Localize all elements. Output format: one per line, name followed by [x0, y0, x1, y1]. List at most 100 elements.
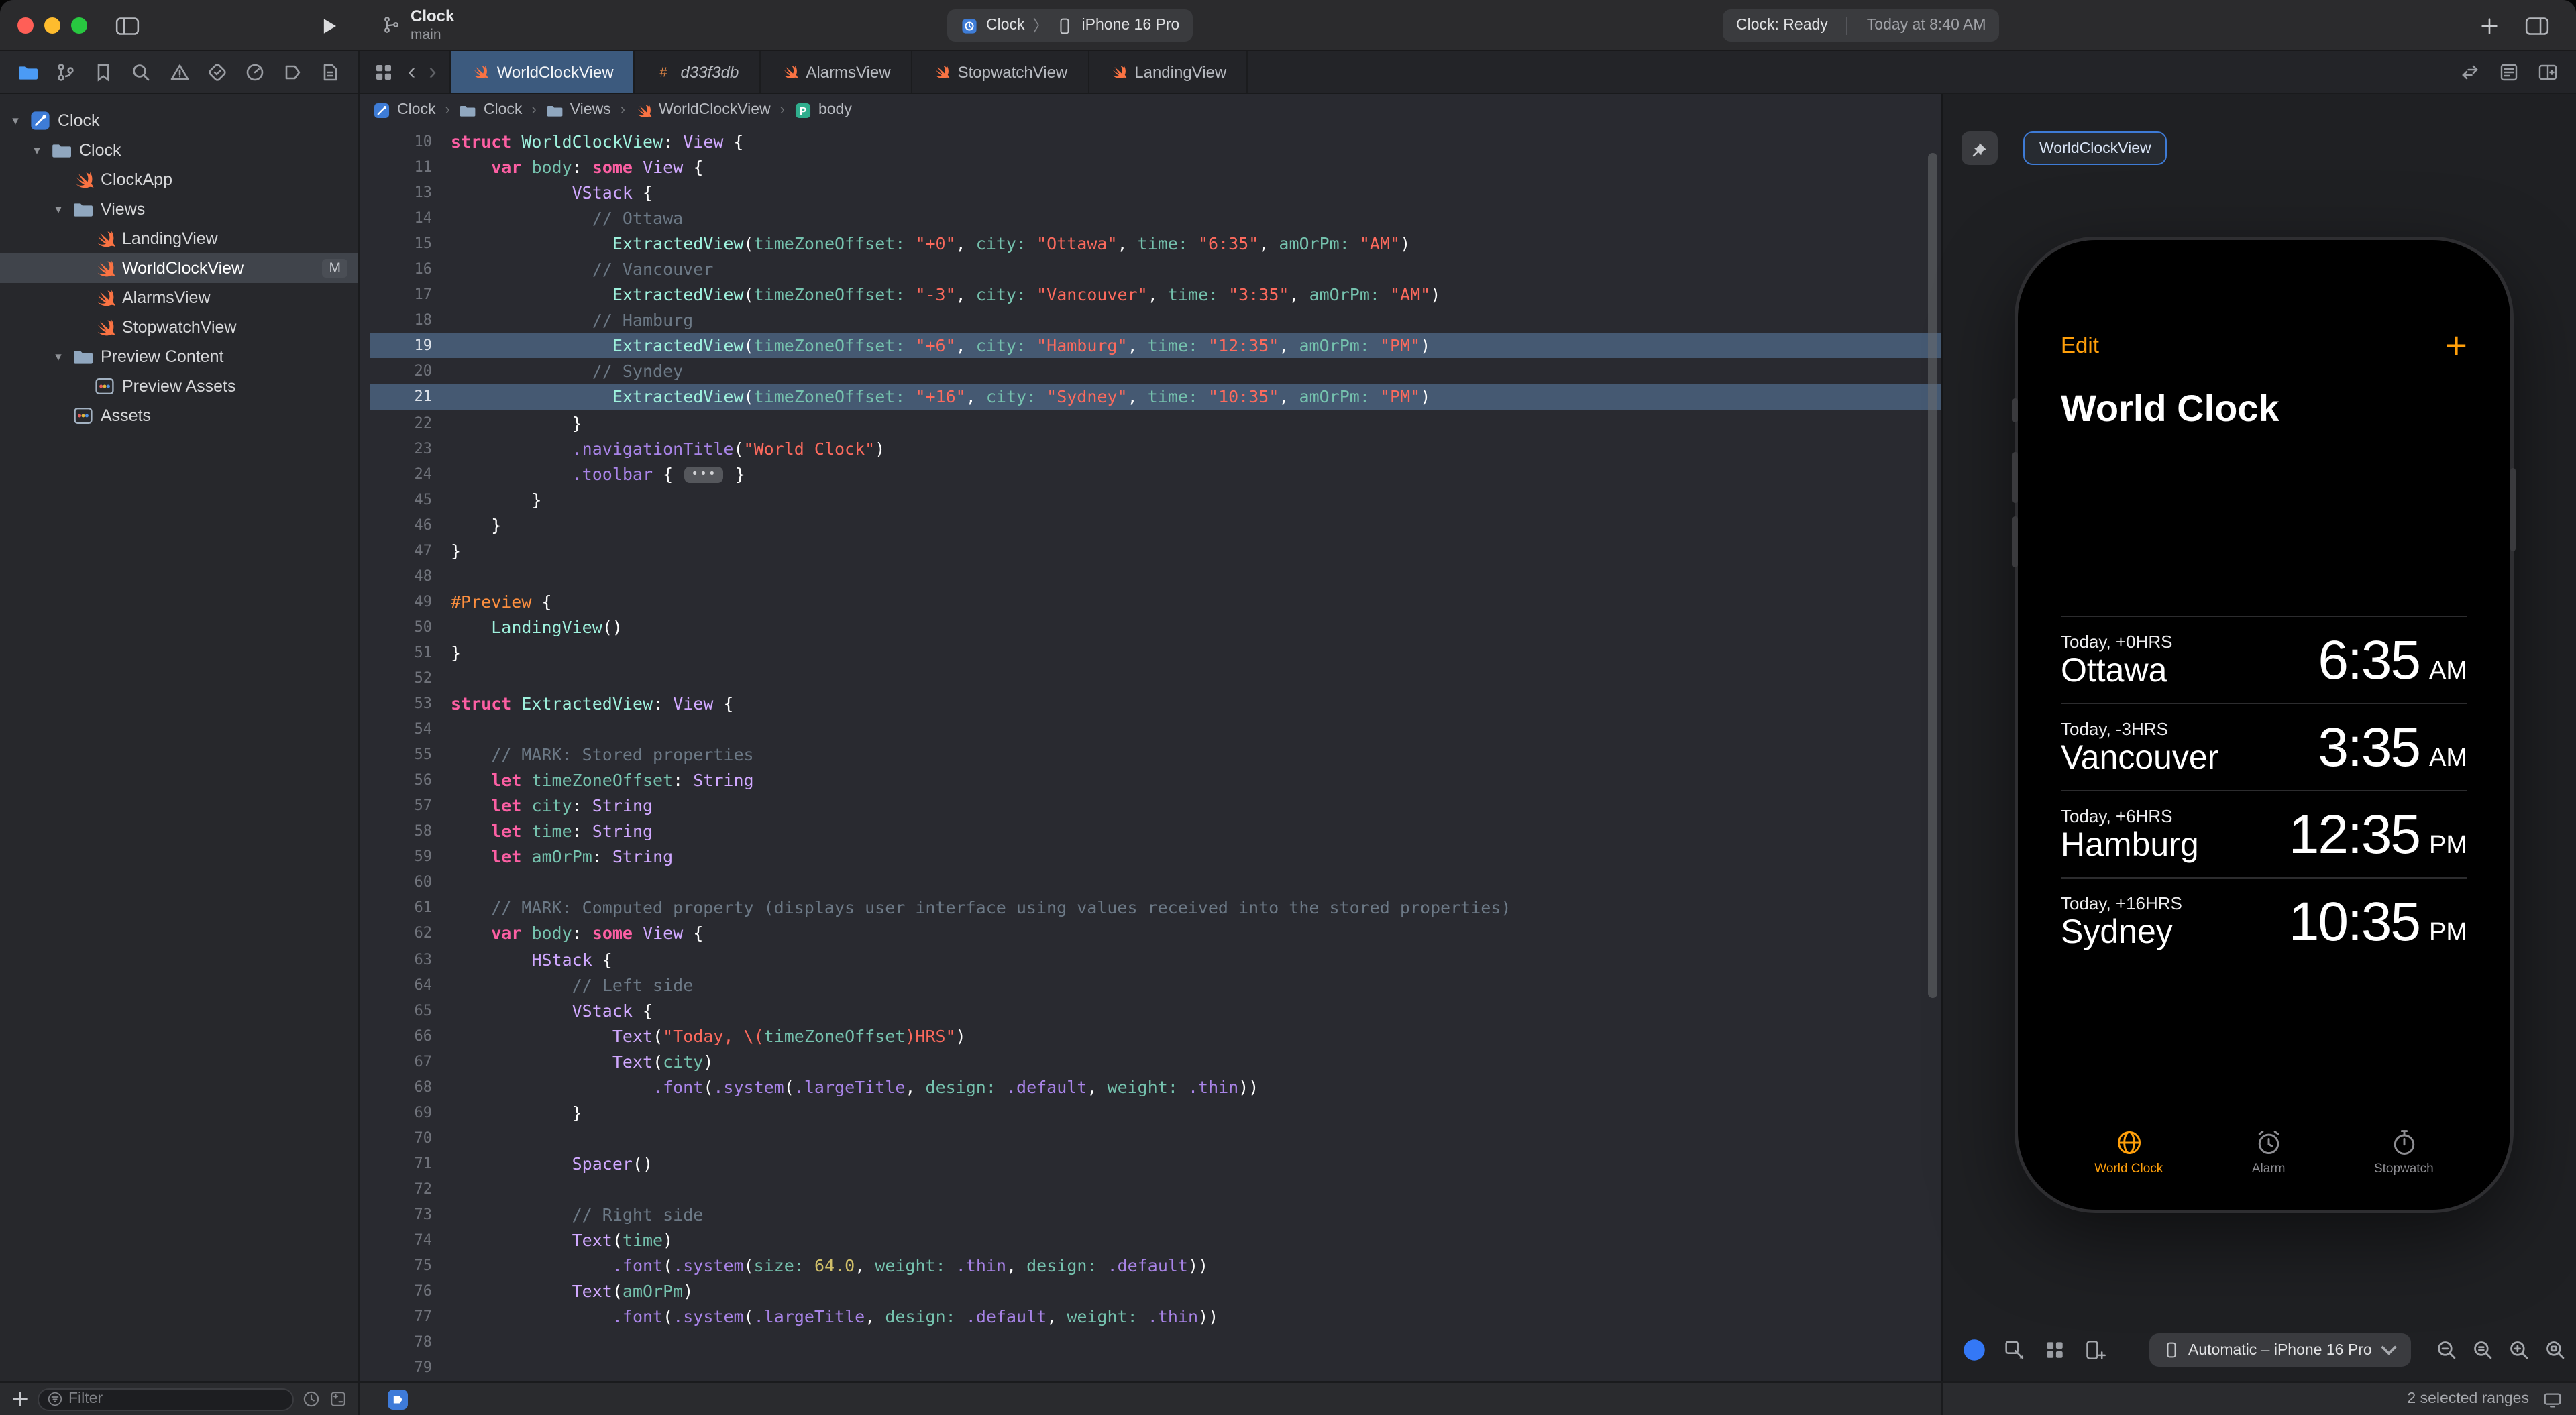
code-line-70[interactable]: 70	[370, 1125, 1941, 1151]
code-line-48[interactable]: 48	[370, 563, 1941, 589]
sidebar-item-clockapp[interactable]: ClockApp	[0, 165, 358, 194]
phone-add-button[interactable]: +	[2445, 331, 2467, 361]
code-line-71[interactable]: 71 Spacer()	[370, 1151, 1941, 1176]
sidebar-item-assets[interactable]: Assets	[0, 401, 358, 431]
code-line-22[interactable]: 22 }	[370, 410, 1941, 435]
breakpoints-toggle[interactable]	[388, 1389, 408, 1409]
phone-tab-stopwatch[interactable]: Stopwatch	[2374, 1128, 2434, 1176]
navigator-find-button[interactable]	[128, 57, 155, 87]
world-clock-row-ottawa[interactable]: Today, +0HRSOttawa6:35AM	[2061, 616, 2467, 703]
sidebar-item-preview-assets[interactable]: Preview Assets	[0, 372, 358, 401]
code-line-62[interactable]: 62 var body: some View {	[370, 921, 1941, 946]
code-line-69[interactable]: 69 }	[370, 1100, 1941, 1125]
filter-input[interactable]	[68, 1391, 284, 1407]
add-file-icon[interactable]	[11, 1390, 30, 1408]
world-clock-row-vancouver[interactable]: Today, -3HRSVancouver3:35AM	[2061, 703, 2467, 790]
navigator-debug-button[interactable]	[241, 57, 268, 87]
variants-mode-button[interactable]	[2039, 1335, 2069, 1365]
code-line-51[interactable]: 51}	[370, 640, 1941, 665]
live-preview-button[interactable]	[1959, 1335, 1988, 1365]
navigator-tests-button[interactable]	[203, 57, 230, 87]
code-line-11[interactable]: 11 var body: some View {	[370, 154, 1941, 180]
navigator-breakpoints-button[interactable]	[279, 57, 306, 87]
world-clock-row-sydney[interactable]: Today, +16HRSSydney10:35PM	[2061, 877, 2467, 964]
editor-tab-LandingView[interactable]: LandingView	[1089, 51, 1248, 93]
code-line-59[interactable]: 59 let amOrPm: String	[370, 844, 1941, 870]
editor-tab-StopwatchView[interactable]: StopwatchView	[912, 51, 1089, 93]
code-line-15[interactable]: 15 ExtractedView(timeZoneOffset: "+0", c…	[370, 231, 1941, 256]
minimize-button[interactable]	[44, 17, 60, 34]
phone-tab-world-clock[interactable]: World Clock	[2094, 1128, 2163, 1176]
code-line-67[interactable]: 67 Text(city)	[370, 1048, 1941, 1074]
run-button[interactable]	[314, 11, 343, 40]
sidebar-item-views[interactable]: ▾Views	[0, 194, 358, 224]
related-items-icon[interactable]	[373, 61, 394, 82]
zoom-in-button[interactable]	[2505, 1335, 2534, 1365]
code-line-76[interactable]: 76 Text(amOrPm)	[370, 1278, 1941, 1304]
toggle-navigator-icon[interactable]	[113, 11, 142, 40]
code-line-68[interactable]: 68 .font(.system(.largeTitle, design: .d…	[370, 1074, 1941, 1099]
filter-field[interactable]	[38, 1388, 294, 1410]
disclosure-triangle[interactable]: ▾	[51, 349, 66, 364]
code-line-74[interactable]: 74 Text(time)	[370, 1227, 1941, 1253]
code-line-45[interactable]: 45 }	[370, 486, 1941, 512]
code-review-icon[interactable]	[2459, 61, 2481, 82]
navigator-bookmarks-button[interactable]	[91, 57, 117, 87]
code-line-54[interactable]: 54	[370, 716, 1941, 742]
code-line-47[interactable]: 47}	[370, 538, 1941, 563]
close-button[interactable]	[17, 17, 34, 34]
code-line-55[interactable]: 55 // MARK: Stored properties	[370, 742, 1941, 767]
code-line-60[interactable]: 60	[370, 870, 1941, 895]
code-line-24[interactable]: 24 .toolbar { ••• }	[370, 461, 1941, 486]
code-line-23[interactable]: 23 .navigationTitle("World Clock")	[370, 435, 1941, 461]
sidebar-item-clock[interactable]: ▾Clock	[0, 106, 358, 135]
phone-tab-alarm[interactable]: Alarm	[2252, 1128, 2286, 1176]
editor-scrollbar[interactable]	[1928, 153, 1937, 998]
navigator-reports-button[interactable]	[317, 57, 343, 87]
breadcrumb-Clock[interactable]: Clock	[373, 101, 436, 119]
code-line-79[interactable]: 79	[370, 1355, 1941, 1381]
code-line-53[interactable]: 53struct ExtractedView: View {	[370, 691, 1941, 716]
sidebar-item-alarmsview[interactable]: AlarmsView	[0, 283, 358, 313]
code-line-14[interactable]: 14 // Ottawa	[370, 205, 1941, 231]
navigator-source-control-button[interactable]	[52, 57, 79, 87]
zoom-actual-button[interactable]	[2469, 1335, 2498, 1365]
code-line-20[interactable]: 20 // Syndey	[370, 359, 1941, 384]
code-line-75[interactable]: 75 .font(.system(size: 64.0, weight: .th…	[370, 1253, 1941, 1278]
breadcrumb-WorldClockView[interactable]: WorldClockView	[635, 101, 771, 119]
add-editor-icon[interactable]	[2537, 61, 2559, 82]
editor-tab-WorldClockView[interactable]: WorldClockView	[450, 51, 635, 93]
phone-edit-button[interactable]: Edit	[2061, 333, 2099, 359]
code-line-78[interactable]: 78	[370, 1329, 1941, 1355]
code-line-64[interactable]: 64 // Left side	[370, 972, 1941, 997]
code-line-52[interactable]: 52	[370, 665, 1941, 691]
navigator-issues-button[interactable]	[166, 57, 193, 87]
code-line-16[interactable]: 16 // Vancouver	[370, 256, 1941, 282]
code-area[interactable]: 10struct WorldClockView: View {11 var bo…	[360, 126, 1941, 1381]
pin-preview-button[interactable]	[1962, 131, 1998, 165]
code-line-73[interactable]: 73 // Right side	[370, 1202, 1941, 1227]
library-add-icon[interactable]	[2474, 11, 2504, 40]
disclosure-triangle[interactable]: ▾	[51, 202, 66, 217]
editor-options-icon[interactable]	[2498, 61, 2520, 82]
code-line-57[interactable]: 57 let city: String	[370, 793, 1941, 818]
recent-files-filter-icon[interactable]	[302, 1390, 321, 1408]
sidebar-item-worldclockview[interactable]: WorldClockViewM	[0, 253, 358, 283]
code-line-72[interactable]: 72	[370, 1176, 1941, 1202]
code-line-46[interactable]: 46 }	[370, 512, 1941, 537]
code-line-21[interactable]: 21 ExtractedView(timeZoneOffset: "+16", …	[370, 384, 1941, 410]
editor-tab-AlarmsView[interactable]: AlarmsView	[760, 51, 912, 93]
run-destination-menu[interactable]: Clock 〉 iPhone 16 Pro	[947, 9, 1193, 42]
scheme-selector[interactable]: Clock main	[381, 7, 454, 43]
code-line-56[interactable]: 56 let timeZoneOffset: String	[370, 767, 1941, 793]
zoom-out-button[interactable]	[2432, 1335, 2462, 1365]
sidebar-item-landingview[interactable]: LandingView	[0, 224, 358, 253]
preview-target-chip[interactable]: WorldClockView	[2023, 131, 2167, 165]
breadcrumb-Clock[interactable]: Clock	[460, 101, 523, 119]
code-line-61[interactable]: 61 // MARK: Computed property (displays …	[370, 895, 1941, 921]
code-line-65[interactable]: 65 VStack {	[370, 997, 1941, 1023]
code-line-63[interactable]: 63 HStack {	[370, 946, 1941, 972]
disclosure-triangle[interactable]: ▾	[30, 143, 44, 158]
selectable-mode-button[interactable]	[1999, 1335, 2029, 1365]
sidebar-item-clock[interactable]: ▾Clock	[0, 135, 358, 165]
